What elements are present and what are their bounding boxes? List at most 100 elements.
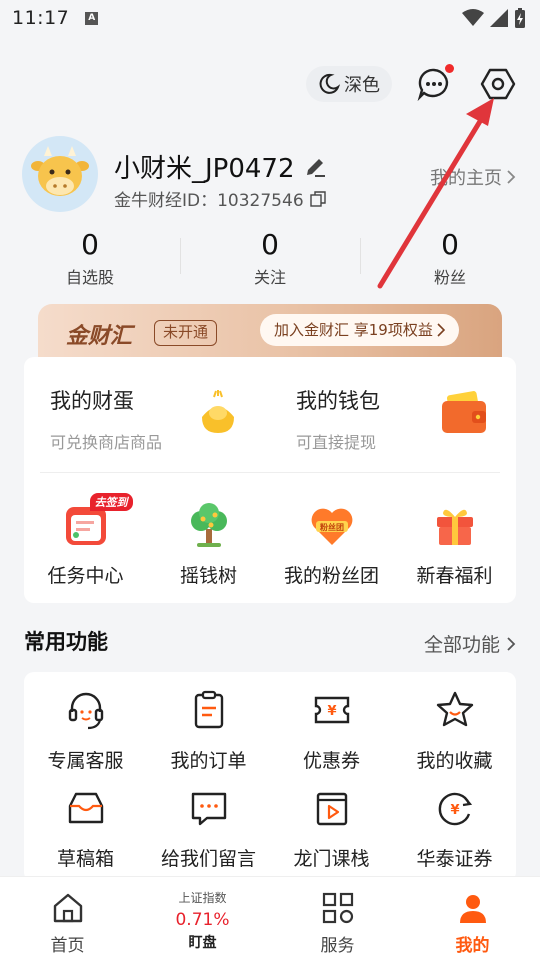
wallet-title: 我的钱包 [296, 389, 380, 413]
function-label: 草稿箱 [56, 848, 114, 870]
task-icon-wrap: 去签到 [62, 493, 133, 549]
grid-apps-icon [322, 892, 353, 924]
stat-label: 关注 [253, 268, 286, 287]
function-label: 给我们留言 [160, 848, 256, 870]
fan-club-icon-wrap: 粉丝团 [308, 501, 356, 549]
activity-grid: 去签到 任务中心 摇钱树 粉丝团 我的粉丝团 新春福利 [24, 493, 516, 588]
huatai-securities-entry[interactable]: ¥ 华泰证券 [393, 786, 516, 871]
market-index-change: 0.71% [175, 910, 230, 930]
wallet-icon [442, 391, 486, 433]
avatar[interactable] [22, 136, 98, 212]
common-functions-card: 专属客服 我的订单 ¥ 优惠券 我的收藏 草稿箱 给我们留言 龙门课栈 ¥ 华泰… [24, 672, 516, 882]
activity-label: 任务中心 [47, 565, 124, 587]
cow-avatar-icon [31, 146, 89, 196]
assets-card: 我的财蛋 可兑换商店商品 我的钱包 可直接提现 去签到 任务中心 摇钱树 粉丝团… [24, 357, 516, 603]
stat-watchlist[interactable]: 0 自选股 [0, 228, 180, 288]
fan-club-entry[interactable]: 粉丝团 我的粉丝团 [270, 501, 393, 588]
customer-service-entry[interactable]: 专属客服 [24, 688, 147, 773]
tab-label: 首页 [50, 936, 85, 956]
function-label: 我的收藏 [416, 750, 493, 772]
status-bar: 11:17 A [0, 0, 540, 36]
activity-label: 我的粉丝团 [283, 565, 379, 587]
activity-label: 摇钱树 [179, 565, 237, 587]
gift-icon-wrap [431, 501, 479, 549]
messages-button[interactable] [414, 64, 454, 104]
section-title: 常用功能 [24, 630, 108, 654]
tab-mine[interactable]: 我的 [405, 877, 540, 960]
spring-gift-entry[interactable]: 新春福利 [393, 501, 516, 588]
coupon-icon: ¥ [314, 696, 349, 724]
top-action-bar: 深色 [0, 62, 540, 106]
notification-app-icon: A [85, 11, 99, 25]
stat-label: 自选股 [65, 268, 114, 287]
activity-label: 新春福利 [416, 565, 493, 587]
feedback-entry[interactable]: 给我们留言 [147, 786, 270, 871]
chevron-right-icon [437, 323, 445, 337]
common-functions-header: 常用功能 全部功能 [0, 622, 540, 662]
message-icon [191, 792, 226, 826]
task-center-entry[interactable]: 去签到 任务中心 [24, 493, 147, 588]
tab-market[interactable]: 上证指数 0.71% 盯盘 [135, 877, 270, 960]
money-tree-icon-wrap [185, 501, 233, 549]
money-tree-entry[interactable]: 摇钱树 [147, 501, 270, 588]
function-label: 龙门课栈 [293, 848, 370, 870]
username: 小财米_JP0472 [114, 154, 295, 184]
stat-value: 0 [261, 228, 279, 261]
sign-in-badge: 去签到 [89, 493, 133, 511]
course-play-icon [316, 792, 347, 826]
securities-yuan-icon: ¥ [438, 792, 472, 826]
tab-label: 我的 [455, 936, 490, 956]
my-homepage-link[interactable]: 我的主页 [430, 164, 516, 190]
stat-following[interactable]: 0 关注 [180, 228, 360, 288]
function-row: 专属客服 我的订单 ¥ 优惠券 我的收藏 [24, 688, 516, 773]
user-id: 金牛财经ID：10327546 [114, 191, 304, 211]
gold-ingot-icon [202, 390, 234, 433]
stat-value: 0 [441, 228, 459, 261]
chevron-right-icon [507, 636, 516, 651]
vip-banner[interactable]: 金财汇 未开通 加入金财汇 享19项权益 [38, 304, 502, 360]
gift-box-icon [436, 509, 473, 545]
drafts-entry[interactable]: 草稿箱 [24, 786, 147, 871]
my-eggs-entry[interactable]: 我的财蛋 可兑换商店商品 [24, 357, 270, 471]
edit-pencil-icon[interactable] [303, 155, 327, 179]
stats-row: 0 自选股 0 关注 0 粉丝 [0, 228, 540, 288]
chevron-right-icon [507, 170, 516, 184]
wifi-icon [462, 9, 484, 26]
homepage-label: 我的主页 [430, 168, 502, 189]
vip-cta-label: 加入金财汇 享19项权益 [274, 321, 433, 339]
stat-fans[interactable]: 0 粉丝 [360, 228, 540, 288]
svg-text:¥: ¥ [450, 803, 459, 818]
fan-club-icon-text: 粉丝团 [320, 522, 344, 532]
bottom-tab-bar: 首页 上证指数 0.71% 盯盘 服务 我的 [0, 876, 540, 960]
my-orders-entry[interactable]: 我的订单 [147, 688, 270, 773]
market-index-name: 上证指数 [178, 891, 227, 905]
user-icon [459, 895, 486, 923]
tab-services[interactable]: 服务 [270, 877, 405, 960]
wallet-subtitle: 可兑换商店商品 [50, 433, 163, 452]
home-icon [53, 893, 82, 923]
longmen-course-entry[interactable]: 龙门课栈 [270, 786, 393, 871]
money-tree-icon [190, 503, 227, 547]
function-label: 专属客服 [47, 750, 124, 772]
copy-icon[interactable] [309, 190, 326, 207]
favorites-entry[interactable]: 我的收藏 [393, 688, 516, 773]
vip-title: 金财汇 [66, 324, 133, 349]
username-row: 小财米_JP0472 [114, 148, 327, 185]
all-functions-link[interactable]: 全部功能 [424, 630, 516, 657]
all-functions-label: 全部功能 [423, 634, 500, 656]
dark-mode-toggle[interactable]: 深色 [306, 66, 392, 102]
my-wallet-entry[interactable]: 我的钱包 可直接提现 [270, 357, 516, 471]
settings-button[interactable] [478, 64, 518, 104]
coupons-entry[interactable]: ¥ 优惠券 [270, 688, 393, 773]
drafts-tray-icon [68, 792, 103, 824]
stat-label: 粉丝 [433, 268, 466, 287]
tab-home[interactable]: 首页 [0, 877, 135, 960]
vip-join-button[interactable]: 加入金财汇 享19项权益 [260, 314, 459, 346]
vip-status-tag: 未开通 [154, 320, 218, 346]
headset-icon [68, 692, 103, 730]
function-label: 优惠券 [302, 750, 360, 772]
svg-text:¥: ¥ [327, 704, 336, 719]
fan-club-heart-icon: 粉丝团 [311, 508, 352, 545]
stat-value: 0 [81, 228, 99, 261]
tab-label: 盯盘 [188, 935, 217, 951]
